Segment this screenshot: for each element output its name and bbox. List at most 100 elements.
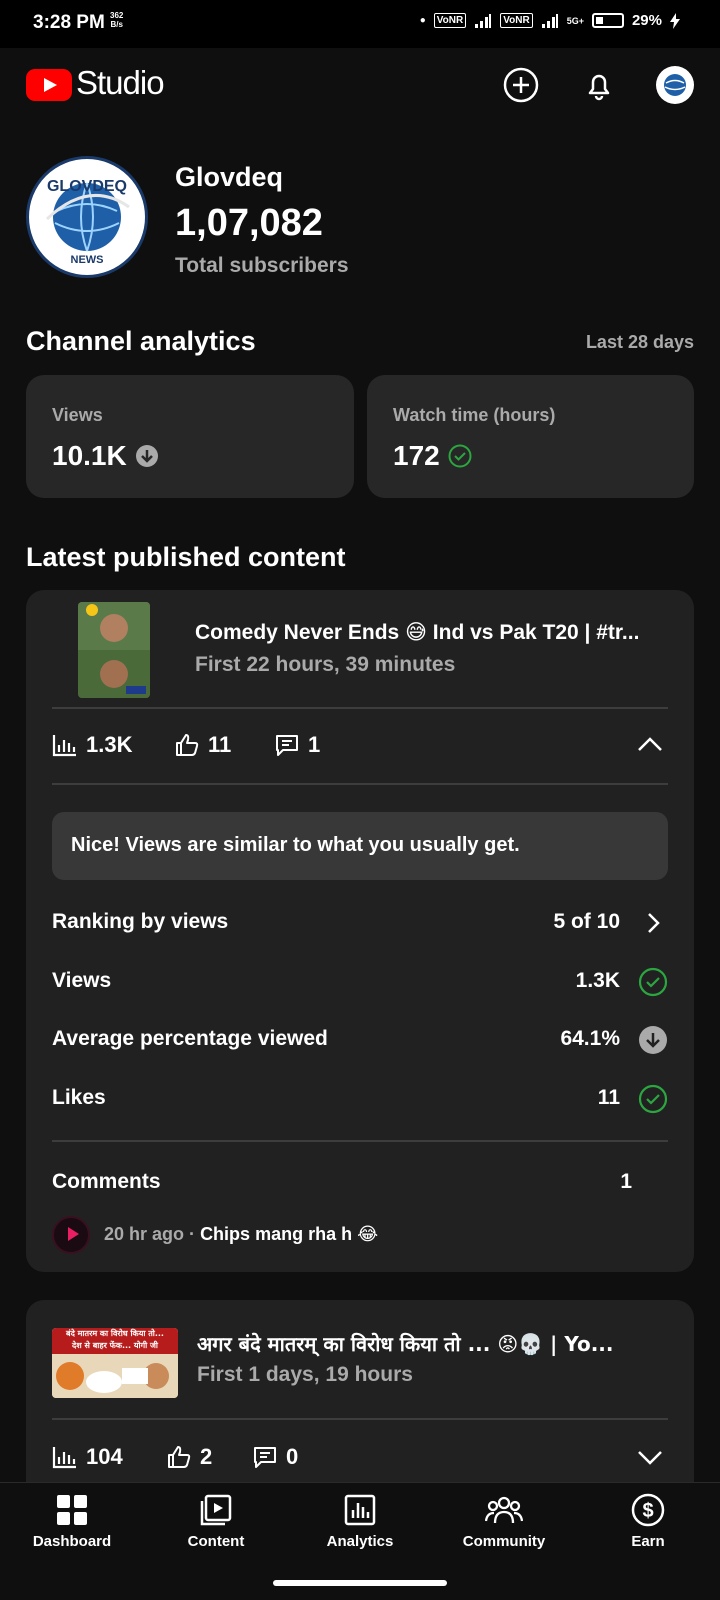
views-card-value: 10.1K [52,440,159,472]
views-card-number: 10.1K [52,440,127,471]
comment-icon [254,1447,276,1468]
bar-chart-icon [52,1447,76,1469]
community-icon [485,1496,523,1524]
nav-community-label: Community [462,1533,546,1550]
likes-metric-2: 2 [166,1444,212,1470]
youtube-logo-icon[interactable] [26,69,72,101]
nav-dashboard[interactable]: Dashboard [0,1493,144,1550]
thumbnail-headline-line-2: देश से बाहर फेंक... योगी जी [72,1341,158,1350]
comments-metric: 1 [274,732,320,758]
create-icon[interactable] [502,66,540,104]
likes-metric: 11 [174,732,231,758]
earn-icon: $ [631,1493,665,1527]
network-type: 5G+ [566,15,584,26]
row-label-likes: Likes [52,1086,106,1109]
watch-time-value: 172 [393,440,472,472]
row-value-views: 1.3K [575,969,620,992]
views-metric-2: 104 [52,1444,123,1470]
net-speed: 362 B/s [110,11,123,29]
video-subtitle-1: First 22 hours, 39 minutes [195,653,456,676]
commenter-avatar[interactable] [52,1216,90,1254]
comments-count: 1 [620,1170,632,1193]
signal-icon-2 [541,13,558,28]
divider [52,1140,668,1142]
nav-content[interactable]: Content [144,1493,288,1550]
volte-badge: VoNR [433,13,467,28]
insight-banner: Nice! Views are similar to what you usua… [52,812,668,880]
video-card-1: Comedy Never Ends 😅 Ind vs Pak T20 | #tr… [26,590,694,1272]
views-metric-value-2: 104 [86,1444,123,1469]
nav-analytics-label: Analytics [326,1533,394,1550]
thumbnail-image [78,602,150,698]
comment-time: 20 hr ago [104,1224,185,1244]
studio-logo-text[interactable]: Studio [76,64,165,102]
globe-logo-icon: GLOVDEQ NEWS [45,178,130,266]
thumbnail-headline: बंदे मातरम का विरोध किया तो... देश से बा… [52,1328,178,1354]
bottom-nav: Dashboard Content Analytics Community $ … [0,1482,720,1590]
analytics-icon [344,1494,376,1526]
volte-badge-2: VoNR [500,13,533,28]
analytics-title: Channel analytics [26,326,256,356]
comment-separator: · [189,1224,196,1244]
video-subtitle-2: First 1 days, 19 hours [197,1363,413,1386]
net-speed-value: 362 [110,11,124,20]
channel-name: Glovdeq [175,162,284,192]
views-card-label: Views [52,405,103,425]
likes-metric-value-2: 2 [200,1444,213,1469]
channel-avatar[interactable]: GLOVDEQ NEWS [26,156,148,278]
comments-metric-2: 0 [252,1444,298,1470]
video-card-2: बंदे मातरम का विरोध किया तो... देश से बा… [26,1300,694,1482]
views-metric-value: 1.3K [86,732,133,757]
comments-metric-value: 1 [308,732,321,757]
status-time: 3:28 PM [33,12,105,33]
content-icon [200,1494,232,1526]
svg-text:$: $ [642,1500,653,1522]
nav-community[interactable]: Community [432,1493,576,1550]
thumbnail-headline-line-1: बंदे मातरम का विरोध किया तो... [66,1329,164,1338]
gesture-bar[interactable] [273,1580,447,1586]
battery-percent: 29% [631,12,662,29]
avatar-brand-subtext: NEWS [71,254,104,266]
chevron-down-icon[interactable] [636,1444,664,1470]
video-title-1[interactable]: Comedy Never Ends 😅 Ind vs Pak T20 | #tr… [195,620,665,645]
latest-comment[interactable]: 20 hr ago · Chips mang rha h 😂 [104,1224,378,1245]
status-bar: 3:28 PM 362 B/s ● VoNR VoNR 5G+ 29% [0,0,720,48]
watch-time-card[interactable]: Watch time (hours) 172 [367,375,694,498]
nav-analytics[interactable]: Analytics [288,1493,432,1550]
row-value-ranking: 5 of 10 [553,910,620,933]
signal-icon [475,13,492,28]
trend-down-icon [639,1026,667,1054]
chevron-up-icon[interactable] [636,732,664,758]
comments-label[interactable]: Comments [52,1170,161,1194]
studio-app: 3:28 PM 362 B/s ● VoNR VoNR 5G+ 29% Stud… [0,0,720,1600]
watch-time-number: 172 [393,440,440,471]
video-thumbnail-2[interactable]: बंदे मातरम का विरोध किया तो... देश से बा… [52,1328,178,1398]
insight-text: Nice! Views are similar to what you usua… [71,834,520,856]
video-title-2[interactable]: अगर बंदे मातरम् का विरोध किया तो ... 😡💀 … [197,1330,667,1357]
notifications-icon[interactable] [580,66,618,104]
row-label-ranking: Ranking by views [52,910,229,933]
row-label-views: Views [52,969,112,992]
views-card[interactable]: Views 10.1K [26,375,354,498]
comments-metric-value-2: 0 [286,1444,299,1469]
subscriber-label: Total subscribers [175,254,349,277]
analytics-range[interactable]: Last 28 days [586,332,694,353]
subscriber-count: 1,07,082 [175,202,323,244]
dot-icon: ● [419,15,426,26]
nav-earn[interactable]: $ Earn [576,1493,720,1550]
divider [52,783,668,785]
charging-icon [670,12,680,29]
battery-icon [591,13,624,28]
account-avatar[interactable] [656,66,694,104]
check-circle-icon [638,1084,668,1114]
check-circle-icon [448,444,472,468]
nav-content-label: Content [187,1533,245,1550]
chevron-right-icon[interactable] [638,908,668,938]
comment-icon [276,735,298,756]
video-thumbnail-1[interactable] [78,602,150,698]
avatar-brand-text: GLOVDEQ [47,178,127,195]
latest-content-title: Latest published content [26,542,346,572]
bar-chart-icon [52,735,76,757]
status-indicators: ● VoNR VoNR 5G+ 29% [420,12,680,29]
trend-down-icon [135,445,158,467]
